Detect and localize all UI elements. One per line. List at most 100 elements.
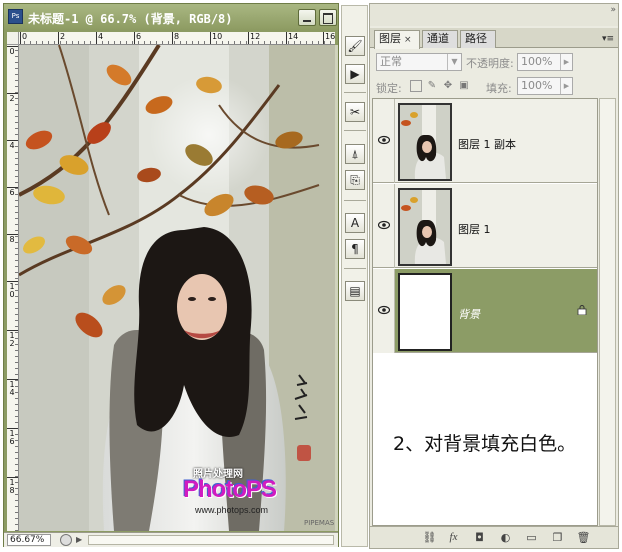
add-mask-icon[interactable]: ◘ (472, 530, 487, 545)
layer-name[interactable]: 背景 (458, 306, 480, 322)
ruler-origin[interactable] (7, 32, 19, 45)
tab-paths-label: 路径 (465, 32, 487, 45)
lock-transparent-pixels-icon[interactable] (410, 80, 422, 92)
layers-list-scrollbar[interactable] (599, 98, 616, 526)
ruler-tick: 8 (7, 234, 18, 244)
photoshop-app-icon: Ps (8, 9, 23, 24)
visibility-toggle[interactable] (373, 99, 395, 183)
maximize-button[interactable] (319, 9, 337, 26)
tab-paths[interactable]: 路径 (460, 30, 496, 48)
horizontal-ruler[interactable]: 0 2 4 6 8 10 12 14 16 (19, 32, 335, 45)
tab-layers[interactable]: 图层 × (374, 30, 420, 49)
lock-icon (577, 305, 587, 316)
panel-tabs: 图层 × 通道 路径 ▾≡ (370, 28, 618, 49)
blend-mode-select[interactable]: 正常 ▼ (376, 53, 462, 71)
opacity-field[interactable]: 100% ▶ (517, 53, 573, 71)
zoom-level-field[interactable]: 66.67% (7, 534, 51, 546)
lock-all-icon[interactable]: ▣ (458, 80, 470, 92)
layer-name[interactable]: 图层 1 (458, 221, 491, 237)
ruler-tick: 2 (7, 93, 18, 103)
visibility-toggle[interactable] (373, 269, 395, 353)
actions-play-icon[interactable]: ▶ (345, 64, 365, 84)
layer-row[interactable]: 图层 1 副本 (373, 99, 597, 183)
character-icon[interactable]: A (345, 213, 365, 233)
image-canvas[interactable]: 照片处理网 PhotoPS www.photops.com PIPEMAS (19, 45, 335, 531)
dock-grip[interactable] (345, 9, 365, 17)
ruler-tick: 12 (7, 330, 18, 348)
slider-arrow-icon[interactable]: ▶ (560, 54, 572, 70)
minimize-button[interactable] (298, 9, 316, 26)
layers-panel-footer: ⛓ fx ◘ ◐ ▭ ❐ 🗑 (370, 526, 618, 548)
brush-presets-icon[interactable]: ✂ (345, 102, 365, 122)
fill-label: 填充: (486, 82, 512, 95)
slider-arrow-icon[interactable]: ▶ (560, 78, 572, 94)
ruler-tick: 14 (7, 379, 18, 397)
layer-thumbnail[interactable] (398, 103, 452, 181)
panel-header[interactable]: » (370, 4, 618, 26)
ruler-tick: 4 (95, 32, 104, 44)
tool-separator (344, 130, 366, 131)
document-info-icon[interactable] (60, 534, 72, 546)
layer-thumbnail[interactable] (398, 188, 452, 266)
link-layers-icon[interactable]: ⛓ (422, 530, 437, 545)
fill-field[interactable]: 100% ▶ (517, 77, 573, 95)
ruler-tick: 10 (7, 281, 18, 299)
layer-row[interactable]: 图层 1 (373, 184, 597, 268)
ruler-tick: 18 (7, 477, 18, 495)
lock-image-pixels-icon[interactable]: ✎ (426, 80, 438, 92)
tool-separator (344, 200, 366, 201)
visibility-toggle[interactable] (373, 184, 395, 268)
eye-icon (378, 305, 390, 315)
adjustment-layer-icon[interactable]: ◐ (498, 530, 513, 545)
eye-icon (378, 220, 390, 230)
ruler-tick: 4 (7, 140, 18, 150)
close-icon[interactable]: × (404, 35, 412, 45)
document-title: 未标题-1 @ 66.7% (背景, RGB/8) (28, 12, 233, 26)
collapse-panel-icon[interactable]: » (610, 5, 615, 15)
fx-icon[interactable]: fx (446, 530, 461, 545)
panel-menu-icon[interactable]: ▾≡ (602, 34, 614, 44)
panel-dock-strip: 🖌 ▶ ✂ ⍋ ⎘ A ¶ ▤ (341, 5, 368, 547)
photo-illustration (19, 45, 335, 531)
chevron-down-icon: ▼ (447, 54, 461, 70)
opacity-value: 100% (521, 55, 553, 68)
paragraph-icon[interactable]: ¶ (345, 239, 365, 259)
opacity-label: 不透明度: (466, 57, 514, 70)
layers-list: 图层 1 副本 图层 1 背景 2、对背景填充白色。 (372, 98, 598, 526)
layer-thumbnail[interactable] (398, 273, 452, 351)
status-menu-arrow-icon[interactable]: ▶ (76, 535, 82, 544)
tab-channels[interactable]: 通道 (422, 30, 458, 48)
ruler-tick: 6 (133, 32, 142, 44)
new-group-folder-icon[interactable]: ▭ (524, 530, 539, 545)
tool-separator (344, 268, 366, 269)
new-layer-icon[interactable]: ❐ (550, 530, 565, 545)
ruler-tick: 10 (209, 32, 223, 44)
ruler-tick: 8 (171, 32, 180, 44)
tutorial-annotation: 2、对背景填充白色。 (393, 433, 577, 455)
tab-channels-label: 通道 (427, 32, 449, 45)
ruler-tick: 0 (7, 46, 18, 56)
tab-layers-label: 图层 (379, 32, 401, 45)
tool-presets-icon[interactable]: ⍋ (345, 144, 365, 164)
horizontal-scrollbar[interactable] (88, 535, 334, 545)
clone-source-icon[interactable]: ⎘ (345, 170, 365, 190)
ruler-tick: 2 (57, 32, 66, 44)
ruler-tick: 16 (322, 32, 335, 44)
layer-name[interactable]: 图层 1 副本 (458, 136, 516, 152)
fill-value: 100% (521, 79, 553, 92)
blend-mode-value: 正常 (380, 55, 402, 68)
vertical-scrollbar[interactable] (335, 45, 338, 531)
trash-icon[interactable]: 🗑 (576, 530, 591, 545)
ruler-tick: 0 (19, 32, 28, 44)
vertical-ruler[interactable]: 0 2 4 6 8 10 12 14 16 18 (7, 45, 19, 531)
notes-icon[interactable]: ▤ (345, 281, 365, 301)
lock-position-icon[interactable]: ✥ (442, 80, 454, 92)
photo-credit: PIPEMAS (304, 519, 335, 527)
document-window: Ps 未标题-1 @ 66.7% (背景, RGB/8) 0 2 4 6 8 1… (3, 3, 339, 547)
watermark: 照片处理网 PhotoPS www.photops.com (179, 465, 319, 525)
lock-label: 锁定: (376, 82, 402, 95)
ruler-tick: 12 (247, 32, 261, 44)
document-title-bar[interactable]: Ps 未标题-1 @ 66.7% (背景, RGB/8) (4, 4, 338, 30)
layer-row-selected[interactable]: 背景 (373, 269, 597, 353)
history-brush-icon[interactable]: 🖌 (345, 36, 365, 56)
